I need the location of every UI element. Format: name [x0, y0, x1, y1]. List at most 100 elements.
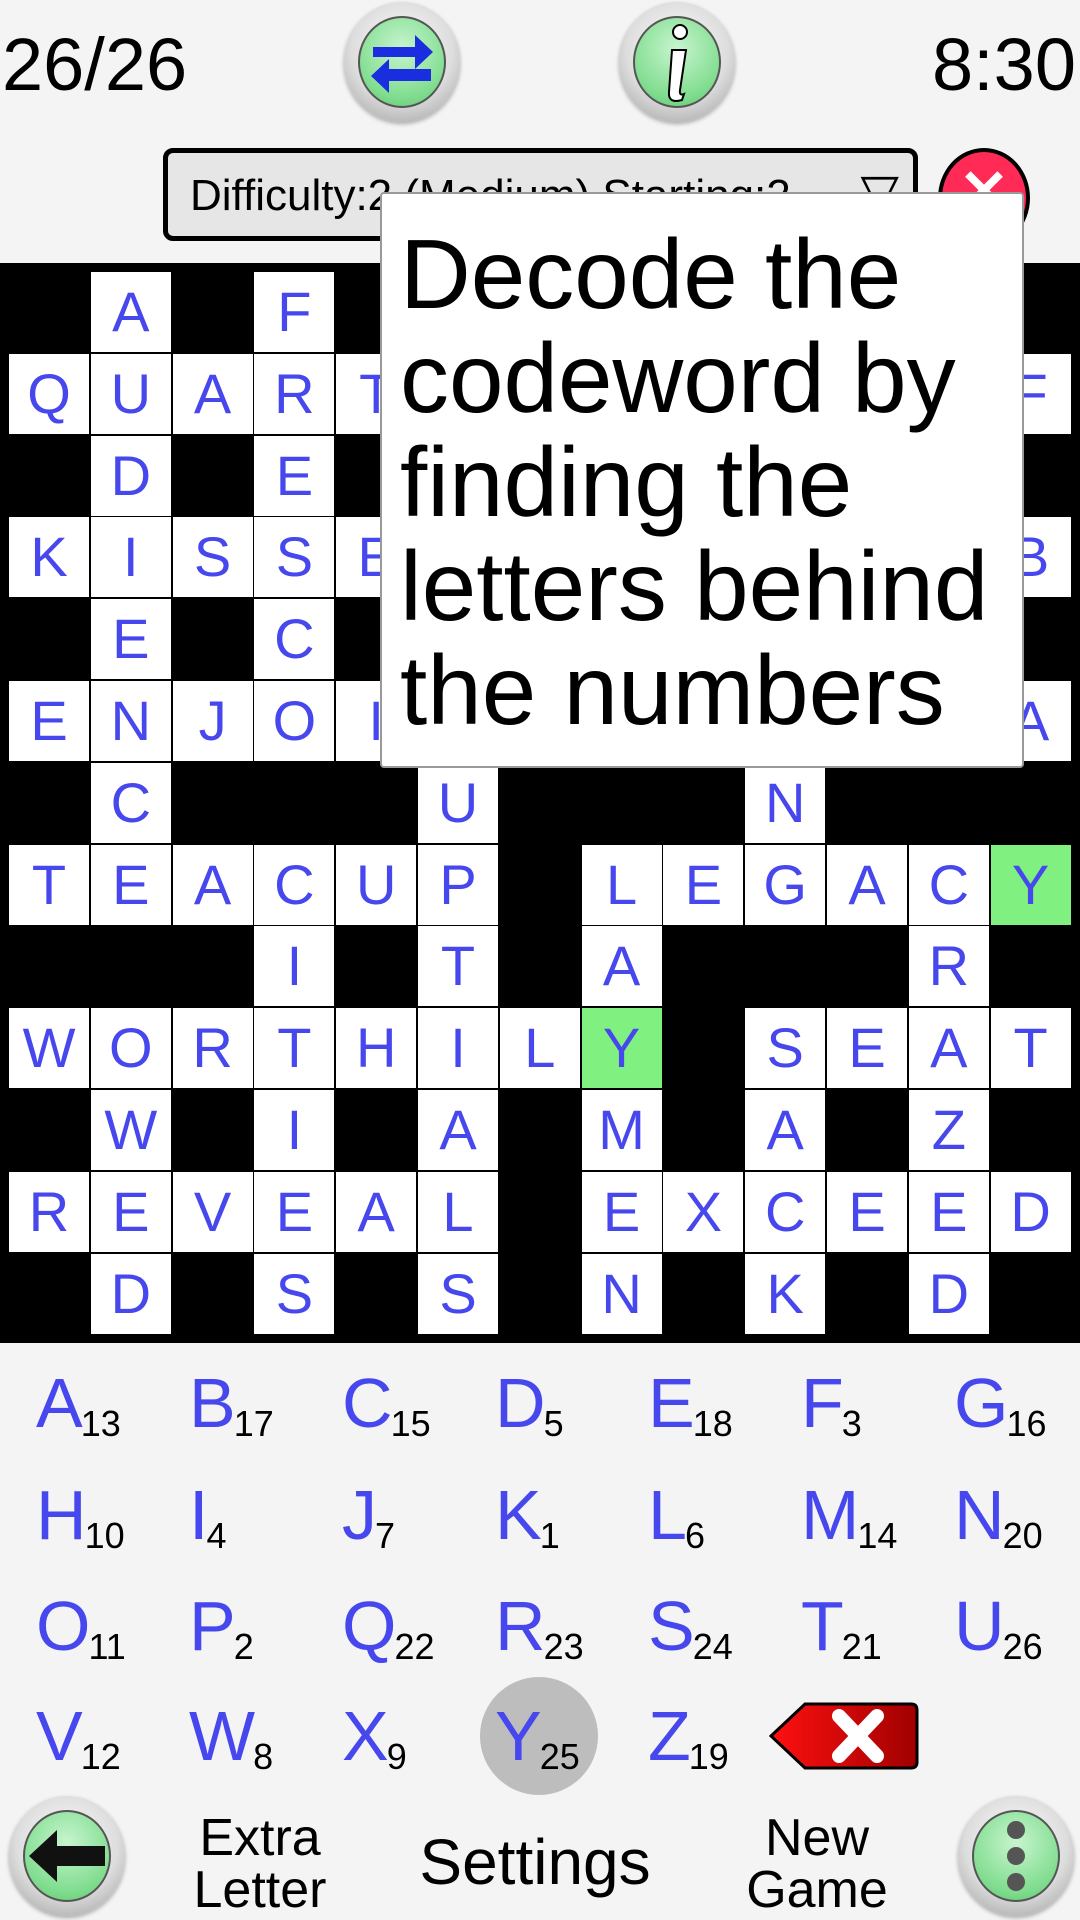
grid-cell[interactable]: Y: [581, 1008, 662, 1089]
grid-cell[interactable]: C: [908, 844, 989, 925]
key-q[interactable]: Q 22: [342, 1575, 492, 1675]
grid-cell[interactable]: E: [827, 1008, 907, 1089]
grid-cell[interactable]: P: [418, 844, 498, 925]
key-d[interactable]: D5: [495, 1352, 645, 1452]
grid-cell[interactable]: E: [663, 844, 744, 925]
key-v[interactable]: V 12: [36, 1685, 186, 1785]
grid-cell[interactable]: A: [827, 844, 907, 925]
grid-cell[interactable]: S: [254, 517, 335, 598]
grid-cell[interactable]: E: [908, 1171, 989, 1252]
key-b[interactable]: B 17: [189, 1352, 339, 1452]
grid-cell[interactable]: E: [90, 844, 171, 925]
grid-cell[interactable]: A: [336, 1171, 417, 1252]
grid-cell[interactable]: A: [172, 844, 253, 925]
back-button[interactable]: [9, 1796, 125, 1916]
grid-cell[interactable]: T: [990, 1008, 1071, 1089]
grid-cell[interactable]: T: [254, 1008, 335, 1089]
hint-popup[interactable]: Decode the codeword by finding the lette…: [380, 192, 1024, 768]
grid-cell[interactable]: M: [581, 1090, 662, 1170]
grid-cell[interactable]: R: [172, 1008, 253, 1089]
grid-cell[interactable]: R: [254, 353, 335, 434]
key-o[interactable]: O 11: [36, 1575, 186, 1675]
grid-cell[interactable]: E: [90, 599, 171, 680]
key-m[interactable]: M 14: [801, 1464, 951, 1564]
grid-cell[interactable]: A: [90, 272, 171, 352]
grid-cell[interactable]: H: [336, 1008, 417, 1089]
key-r[interactable]: R 23: [495, 1575, 645, 1675]
grid-cell[interactable]: T: [418, 926, 498, 1007]
grid-cell[interactable]: E: [254, 435, 335, 516]
info-button[interactable]: [619, 2, 735, 122]
grid-cell[interactable]: L: [499, 1008, 580, 1089]
grid-cell[interactable]: A: [581, 926, 662, 1007]
grid-cell[interactable]: T: [9, 844, 89, 925]
grid-cell[interactable]: N: [90, 681, 171, 761]
key-e[interactable]: E 18: [648, 1352, 798, 1452]
grid-cell[interactable]: W: [9, 1008, 89, 1089]
grid-cell[interactable]: O: [254, 681, 335, 761]
key-i[interactable]: I4: [189, 1464, 339, 1564]
grid-cell[interactable]: A: [745, 1090, 826, 1170]
key-w[interactable]: W8: [189, 1685, 339, 1785]
grid-cell[interactable]: Z: [908, 1090, 989, 1170]
grid-cell[interactable]: E: [827, 1171, 907, 1252]
grid-cell[interactable]: E: [90, 1171, 171, 1252]
delete-button[interactable]: [768, 1702, 919, 1770]
key-x[interactable]: X9: [342, 1685, 492, 1785]
grid-cell[interactable]: S: [418, 1253, 498, 1334]
key-s[interactable]: S 24: [648, 1575, 798, 1675]
key-t[interactable]: T 21: [801, 1575, 951, 1675]
grid-cell[interactable]: I: [90, 517, 171, 598]
grid-cell[interactable]: K: [9, 517, 89, 598]
key-n[interactable]: N 20: [954, 1464, 1080, 1564]
grid-cell[interactable]: S: [745, 1008, 826, 1089]
key-l[interactable]: L6: [648, 1464, 798, 1564]
key-k[interactable]: K1: [495, 1464, 645, 1564]
swap-button[interactable]: [344, 2, 460, 122]
grid-cell[interactable]: X: [663, 1171, 744, 1252]
grid-cell[interactable]: D: [990, 1171, 1071, 1252]
grid-cell[interactable]: N: [745, 762, 826, 843]
grid-cell[interactable]: D: [908, 1253, 989, 1334]
settings-button[interactable]: Settings: [400, 1830, 670, 1894]
grid-cell[interactable]: C: [254, 599, 335, 680]
grid-cell[interactable]: E: [254, 1171, 335, 1252]
grid-cell[interactable]: W: [90, 1090, 171, 1170]
grid-cell[interactable]: D: [90, 435, 171, 516]
key-g[interactable]: G 16: [954, 1352, 1080, 1452]
new-game-button[interactable]: New Game: [727, 1812, 907, 1916]
grid-cell[interactable]: D: [90, 1253, 171, 1334]
grid-cell[interactable]: A: [418, 1090, 498, 1170]
grid-cell[interactable]: A: [908, 1008, 989, 1089]
grid-cell[interactable]: S: [254, 1253, 335, 1334]
grid-cell[interactable]: V: [172, 1171, 253, 1252]
key-c[interactable]: C 15: [342, 1352, 492, 1452]
key-j[interactable]: J7: [342, 1464, 492, 1564]
grid-cell[interactable]: C: [745, 1171, 826, 1252]
menu-button[interactable]: [958, 1796, 1074, 1916]
grid-cell[interactable]: C: [90, 762, 171, 843]
grid-cell[interactable]: N: [581, 1253, 662, 1334]
grid-cell[interactable]: J: [172, 681, 253, 761]
grid-cell[interactable]: C: [254, 844, 335, 925]
grid-cell[interactable]: K: [745, 1253, 826, 1334]
extra-letter-button[interactable]: Extra Letter: [170, 1812, 350, 1916]
grid-cell[interactable]: U: [90, 353, 171, 434]
grid-cell[interactable]: U: [336, 844, 417, 925]
key-f[interactable]: F3: [801, 1352, 951, 1452]
grid-cell[interactable]: F: [254, 272, 335, 352]
grid-cell[interactable]: R: [9, 1171, 89, 1252]
grid-cell[interactable]: O: [90, 1008, 171, 1089]
grid-cell[interactable]: I: [418, 1008, 498, 1089]
grid-cell[interactable]: L: [418, 1171, 498, 1252]
grid-cell[interactable]: E: [9, 681, 89, 761]
key-h[interactable]: H 10: [36, 1464, 186, 1564]
grid-cell[interactable]: I: [254, 1090, 335, 1170]
grid-cell[interactable]: A: [172, 353, 253, 434]
key-y[interactable]: Y 25: [495, 1685, 645, 1785]
grid-cell[interactable]: Q: [9, 353, 89, 434]
grid-cell[interactable]: Y: [990, 844, 1071, 925]
grid-cell[interactable]: E: [581, 1171, 662, 1252]
grid-cell[interactable]: R: [908, 926, 989, 1007]
grid-cell[interactable]: U: [418, 762, 498, 843]
